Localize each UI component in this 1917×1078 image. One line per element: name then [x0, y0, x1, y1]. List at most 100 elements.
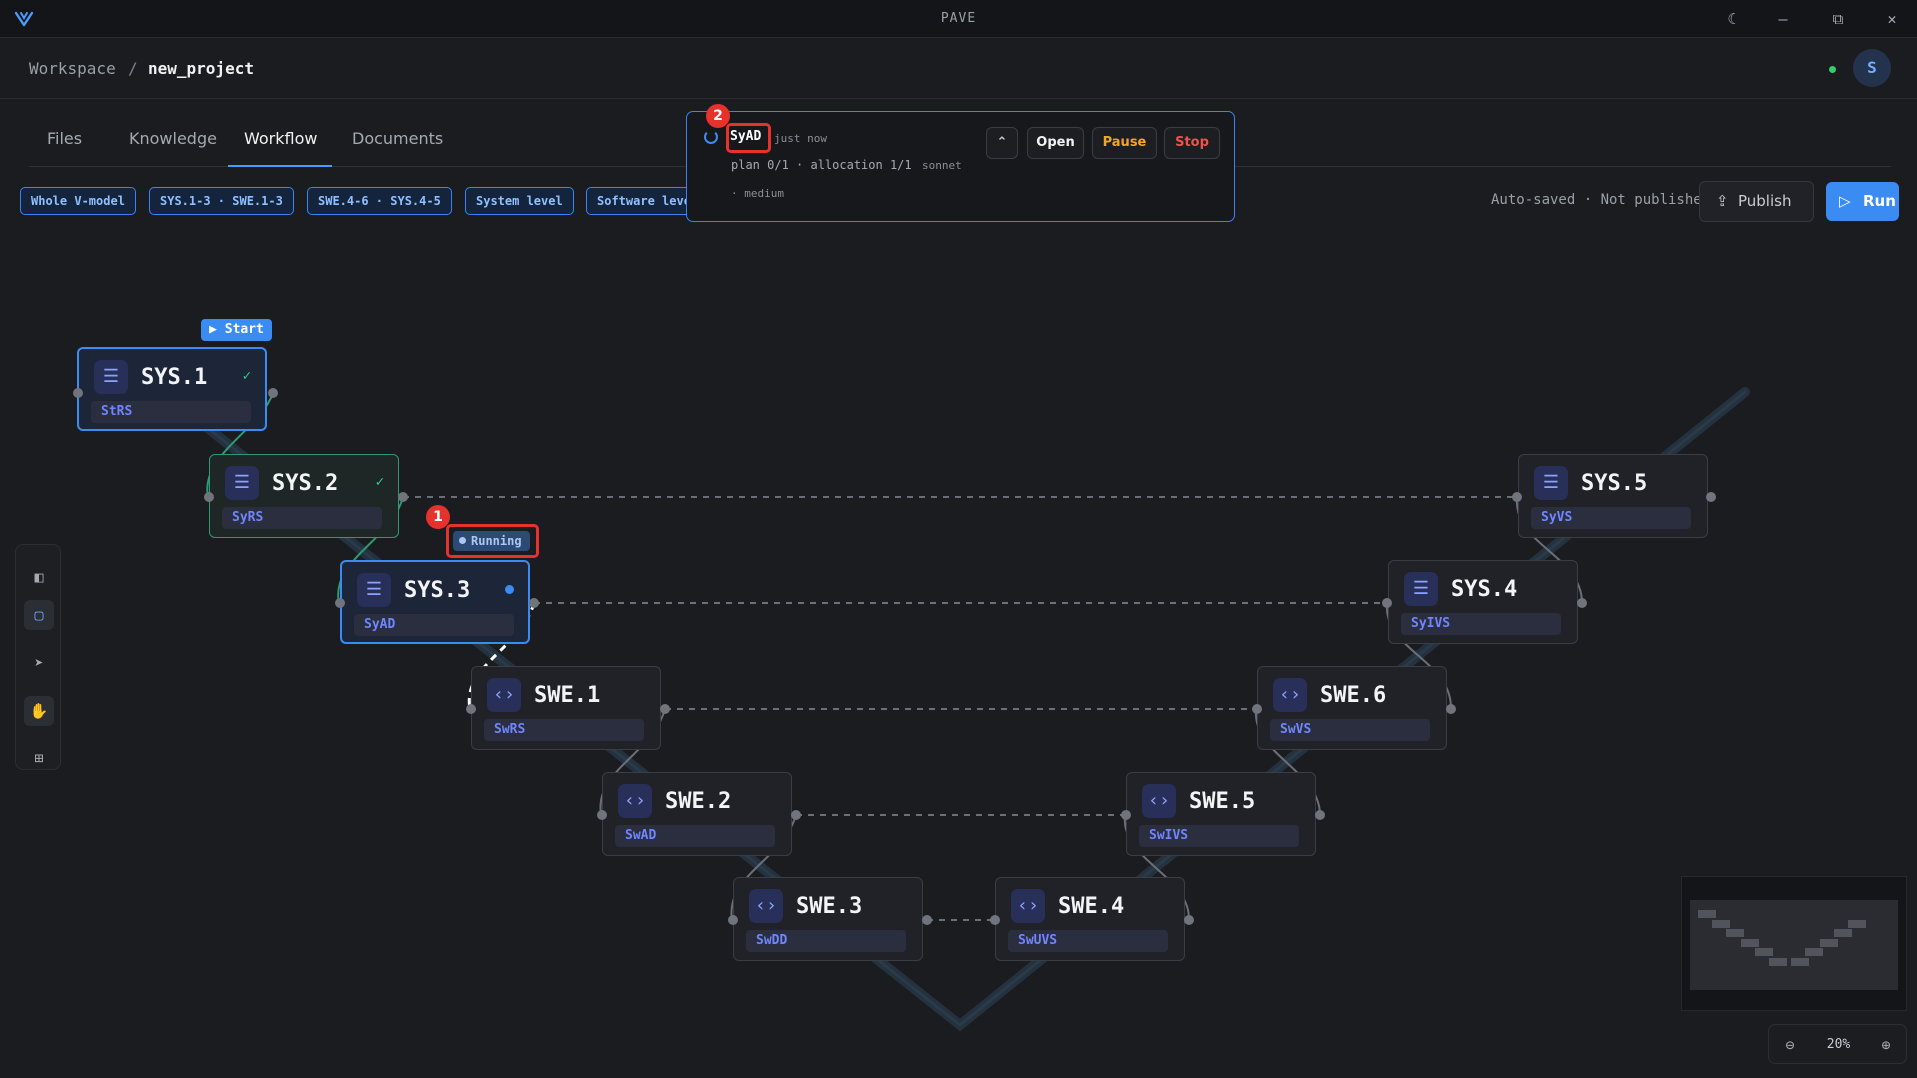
minimap-node: [1755, 948, 1773, 956]
node-sys5[interactable]: ☰ SYS.5 SyVS: [1518, 454, 1708, 538]
v-backdrop-line: [183, 390, 1747, 1027]
port-swe3-in[interactable]: [728, 915, 738, 925]
port-swe6-in[interactable]: [1252, 704, 1262, 714]
minimap-node: [1741, 939, 1759, 947]
port-sys1-in[interactable]: [73, 388, 83, 398]
code-icon: ‹›: [1273, 678, 1307, 712]
node-swe4[interactable]: ‹› SWE.4 SwUVS: [995, 877, 1185, 961]
breadcrumb-workspace[interactable]: Workspace: [29, 59, 116, 78]
moon-icon[interactable]: ☾: [1720, 8, 1744, 30]
node-subtitle: SwDD: [746, 930, 906, 952]
tab-documents[interactable]: Documents: [352, 129, 443, 148]
port-swe1-in[interactable]: [466, 704, 476, 714]
node-swe5[interactable]: ‹› SWE.5 SwIVS: [1126, 772, 1316, 856]
port-sys2-out[interactable]: [398, 492, 408, 502]
port-sys1-out[interactable]: [268, 388, 278, 398]
code-icon: ‹›: [487, 678, 521, 712]
layers-icon: ☰: [94, 360, 128, 394]
port-sys2-in[interactable]: [204, 492, 214, 502]
layers-icon: ☰: [225, 466, 259, 500]
zoom-out-icon[interactable]: ⊖: [1779, 1034, 1801, 1056]
zoom-in-icon[interactable]: ⊕: [1875, 1034, 1897, 1056]
port-sys3-in[interactable]: [335, 598, 345, 608]
port-sys5-in[interactable]: [1512, 492, 1522, 502]
node-sys3[interactable]: ☰ SYS.3 SyAD: [340, 560, 530, 644]
minimap-node: [1769, 958, 1787, 966]
minimize-icon[interactable]: —: [1771, 8, 1795, 30]
filter-sys1-3-swe1-3[interactable]: SYS.1-3 · SWE.1-3: [149, 187, 294, 215]
task-time: just now: [774, 132, 827, 145]
avatar[interactable]: S: [1853, 49, 1891, 87]
node-subtitle: SyRS: [222, 507, 382, 529]
spinner-icon: [704, 130, 718, 144]
open-button[interactable]: Open: [1027, 127, 1084, 159]
tab-workflow[interactable]: Workflow: [244, 129, 317, 148]
node-subtitle: SwAD: [615, 825, 775, 847]
canvas-toolbar: ◧ ▢ ➤ ✋ ⊞: [15, 544, 61, 770]
sidebar-toggle-icon[interactable]: ◧: [24, 562, 54, 592]
port-swe2-out[interactable]: [791, 810, 801, 820]
tab-files[interactable]: Files: [47, 129, 82, 148]
marker-2: 2: [706, 104, 730, 128]
port-swe5-out[interactable]: [1315, 810, 1325, 820]
run-button[interactable]: ▷ Run: [1826, 182, 1899, 221]
pointer-icon[interactable]: ➤: [24, 648, 54, 678]
upload-icon: ⇪: [1716, 192, 1729, 210]
port-swe5-in[interactable]: [1121, 810, 1131, 820]
chevron-up-icon: ⌃: [996, 135, 1008, 150]
minimap-node: [1726, 929, 1744, 937]
node-sys2[interactable]: ☰ SYS.2 ✓ SyRS: [209, 454, 399, 538]
breadcrumb: Workspace / new_project S: [0, 39, 1917, 99]
highlight-task-title: [726, 123, 771, 153]
check-icon: ✓: [375, 474, 384, 490]
active-tab-indicator: [228, 165, 332, 167]
publish-button[interactable]: ⇪ Publish: [1699, 181, 1814, 222]
port-swe4-out[interactable]: [1184, 915, 1194, 925]
node-subtitle: SwVS: [1270, 719, 1430, 741]
node-subtitle: SyVS: [1531, 507, 1691, 529]
node-swe6[interactable]: ‹› SWE.6 SwVS: [1257, 666, 1447, 750]
filter-swe4-6-sys4-5[interactable]: SWE.4-6 · SYS.4-5: [307, 187, 452, 215]
publish-label: Publish: [1738, 192, 1792, 210]
zoom-controls: ⊖ 20% ⊕: [1768, 1024, 1907, 1064]
maximize-icon[interactable]: ⧉: [1826, 8, 1850, 30]
running-indicator-dot: [505, 585, 514, 594]
minimap-node: [1712, 920, 1730, 928]
node-sys1[interactable]: ☰ SYS.1 ✓ StRS: [77, 347, 267, 431]
task-model: sonnet: [922, 159, 962, 172]
minimap[interactable]: [1681, 876, 1907, 1011]
port-swe6-out[interactable]: [1446, 704, 1456, 714]
port-swe2-in[interactable]: [597, 810, 607, 820]
breadcrumb-project: new_project: [148, 59, 254, 78]
port-sys4-out[interactable]: [1577, 598, 1587, 608]
hand-icon[interactable]: ✋: [24, 696, 54, 726]
node-swe1[interactable]: ‹› SWE.1 SwRS: [471, 666, 661, 750]
tab-knowledge[interactable]: Knowledge: [129, 129, 217, 148]
grid-icon[interactable]: ⊞: [24, 743, 54, 773]
node-swe3[interactable]: ‹› SWE.3 SwDD: [733, 877, 923, 961]
pause-button[interactable]: Pause: [1092, 127, 1157, 159]
title-bar: PAVE ☾ — ⧉ ✕: [0, 0, 1917, 38]
filter-system-level[interactable]: System level: [465, 187, 574, 215]
node-title: SYS.2: [272, 471, 339, 496]
port-swe3-out[interactable]: [922, 915, 932, 925]
stop-button[interactable]: Stop: [1164, 127, 1220, 159]
collapse-button[interactable]: ⌃: [986, 127, 1018, 159]
node-title: SYS.1: [141, 365, 208, 390]
layers-icon: ☰: [1404, 572, 1438, 606]
port-sys5-out[interactable]: [1706, 492, 1716, 502]
close-icon[interactable]: ✕: [1880, 8, 1904, 30]
node-sys4[interactable]: ☰ SYS.4 SyIVS: [1388, 560, 1578, 644]
v-backdrop: [180, 387, 1750, 1032]
port-swe1-out[interactable]: [660, 704, 670, 714]
node-title: SYS.4: [1451, 577, 1518, 602]
node-subtitle: SwIVS: [1139, 825, 1299, 847]
filter-whole-vmodel[interactable]: Whole V-model: [20, 187, 136, 215]
port-sys3-out[interactable]: [529, 598, 539, 608]
document-icon[interactable]: ▢: [24, 600, 54, 630]
port-sys4-in[interactable]: [1382, 598, 1392, 608]
node-subtitle: SwRS: [484, 719, 644, 741]
port-swe4-in[interactable]: [990, 915, 1000, 925]
play-icon: ▷: [1839, 192, 1851, 210]
node-swe2[interactable]: ‹› SWE.2 SwAD: [602, 772, 792, 856]
